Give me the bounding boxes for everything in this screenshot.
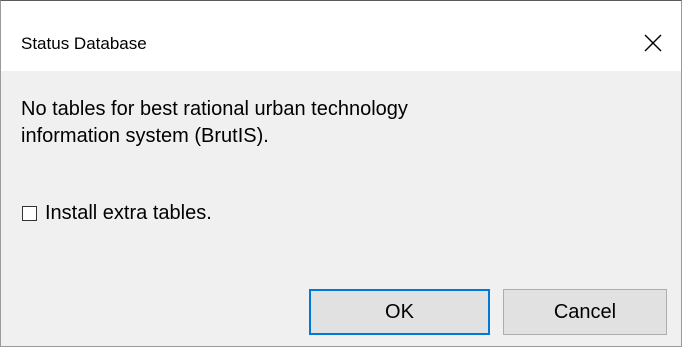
checkbox-label[interactable]: Install extra tables. bbox=[45, 201, 212, 225]
install-extra-tables-checkbox[interactable]: Install extra tables. bbox=[22, 201, 212, 225]
message-line-1: No tables for best rational urban techno… bbox=[21, 98, 408, 120]
message-line-2: information system (BrutIS). bbox=[21, 125, 269, 147]
dialog-title: Status Database bbox=[21, 34, 147, 53]
cancel-button[interactable]: Cancel bbox=[503, 289, 667, 335]
close-button[interactable] bbox=[625, 1, 681, 71]
ok-button[interactable]: OK bbox=[309, 289, 490, 335]
status-database-dialog: Status Database No tables for best ratio… bbox=[0, 0, 682, 347]
message-text: No tables for best rational urban techno… bbox=[21, 96, 621, 150]
title-bar: Status Database bbox=[1, 1, 681, 71]
checkbox-box[interactable] bbox=[22, 205, 37, 221]
close-icon bbox=[644, 34, 662, 52]
